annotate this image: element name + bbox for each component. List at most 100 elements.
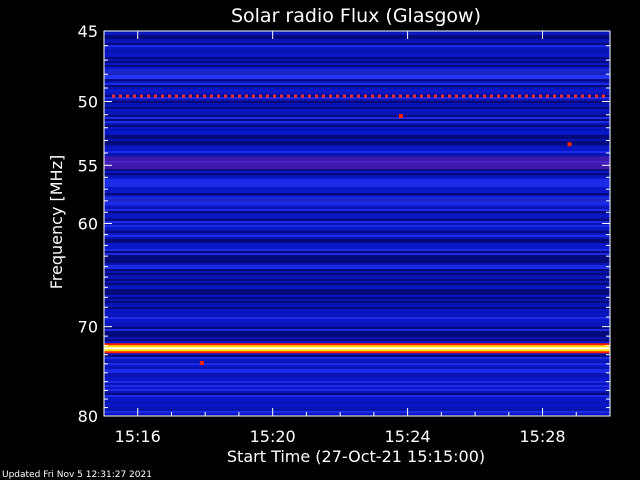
spectrogram-striation bbox=[104, 153, 610, 155]
spectrogram-striation bbox=[104, 119, 610, 121]
spectrogram-striation bbox=[104, 57, 610, 59]
spectrogram-striation bbox=[104, 51, 610, 53]
spectrogram-striation bbox=[104, 173, 610, 175]
spectrogram-striation bbox=[104, 187, 610, 189]
emission-spot bbox=[567, 142, 572, 147]
spectrogram-striation bbox=[104, 103, 610, 105]
spectrogram-striation bbox=[104, 409, 610, 411]
spectrogram-striation bbox=[104, 383, 610, 385]
spectrogram-striation bbox=[104, 131, 610, 133]
spectrogram-striation bbox=[104, 231, 610, 233]
spectrogram-striation bbox=[104, 315, 610, 317]
spectrogram-striation bbox=[104, 367, 610, 369]
spectrogram-striation bbox=[104, 123, 610, 125]
spectrogram-striation bbox=[104, 175, 610, 177]
spectrogram-striation bbox=[104, 391, 610, 393]
spectrogram-striation bbox=[104, 225, 610, 227]
spectrogram-striation bbox=[104, 177, 610, 179]
spectrogram-striation bbox=[104, 275, 610, 277]
spectrogram-striation bbox=[104, 291, 610, 293]
spectrogram-striation bbox=[104, 405, 610, 407]
x-tick-label: 15:20 bbox=[250, 427, 296, 446]
spectrogram-striation bbox=[104, 371, 610, 373]
spectrogram-striation bbox=[104, 59, 610, 61]
spectrogram-striation bbox=[104, 339, 610, 341]
spectrogram-striation bbox=[104, 293, 610, 295]
spectrogram-striation bbox=[104, 245, 610, 247]
spectrogram-striation bbox=[104, 379, 610, 381]
spectrogram-striation bbox=[104, 149, 610, 151]
spectrogram-striation bbox=[104, 389, 610, 391]
spectrogram-striation bbox=[104, 317, 610, 319]
spectrogram-striation bbox=[104, 325, 610, 327]
spectrogram-striation bbox=[104, 113, 610, 115]
spectrogram-striation bbox=[104, 363, 610, 365]
y-tick-label: 55 bbox=[78, 156, 98, 175]
spectrogram-striation bbox=[104, 237, 610, 239]
spectrogram-striation bbox=[104, 381, 610, 383]
spectrogram-striation bbox=[104, 55, 610, 57]
spectrogram-striation bbox=[104, 333, 610, 335]
spectrogram-striation bbox=[104, 45, 610, 47]
spectrogram-striation bbox=[104, 151, 610, 153]
spectrogram-striation bbox=[104, 43, 610, 45]
spectrogram-striation bbox=[104, 313, 610, 315]
plot-area bbox=[103, 30, 611, 417]
strong-band-core bbox=[104, 347, 610, 350]
spectrogram-striation bbox=[104, 257, 610, 259]
spectrogram-striation bbox=[104, 147, 610, 149]
spectrogram-striation bbox=[104, 265, 610, 267]
emission-spot bbox=[199, 360, 204, 365]
spectrogram-striation bbox=[104, 373, 610, 375]
spectrogram-striation bbox=[104, 191, 610, 193]
spectrogram-striation bbox=[104, 63, 610, 65]
x-tick-label: 15:28 bbox=[519, 427, 565, 446]
y-tick-label: 50 bbox=[78, 93, 98, 112]
spectrogram-striation bbox=[104, 65, 610, 67]
spectrogram-striation bbox=[104, 193, 610, 195]
dotted-band bbox=[108, 94, 606, 98]
spectrogram-striation bbox=[104, 267, 610, 269]
spectrogram-striation bbox=[104, 209, 610, 211]
spectrogram-striation bbox=[104, 375, 610, 377]
spectrogram-striation bbox=[104, 397, 610, 399]
spectrogram-striation bbox=[104, 143, 610, 145]
spectrogram-striation bbox=[104, 327, 610, 329]
spectrogram-striation bbox=[104, 229, 610, 231]
spectrogram-striation bbox=[104, 307, 610, 309]
y-tick-label: 60 bbox=[78, 215, 98, 234]
y-tick-label: 80 bbox=[78, 407, 98, 426]
spectrogram-striation bbox=[104, 219, 610, 221]
spectrogram-striation bbox=[104, 271, 610, 273]
spectrogram-striation bbox=[104, 259, 610, 261]
spectrogram-striation bbox=[104, 179, 610, 181]
spectrogram-striation bbox=[104, 35, 610, 37]
spectrogram-striation bbox=[104, 189, 610, 191]
spectrogram-striation bbox=[104, 41, 610, 43]
y-tick-label: 70 bbox=[78, 318, 98, 337]
updated-timestamp: Updated Fri Nov 5 12:31:27 2021 bbox=[2, 470, 152, 480]
x-tick-label: 15:24 bbox=[385, 427, 431, 446]
spectrogram-striation bbox=[104, 33, 610, 35]
spectrogram-striation bbox=[104, 135, 610, 137]
spectrogram-striation bbox=[104, 117, 610, 119]
x-axis-label: Start Time (27-Oct-21 15:15:00) bbox=[227, 447, 485, 466]
spectrogram-striation bbox=[104, 297, 610, 299]
spectrogram-striation bbox=[104, 393, 610, 395]
spectrogram-striation bbox=[104, 287, 610, 289]
spectrogram-striation bbox=[104, 281, 610, 283]
spectrogram-striation bbox=[104, 139, 610, 141]
spectrogram-striation bbox=[104, 289, 610, 291]
spectrogram-striation bbox=[104, 249, 610, 251]
spectrogram-striation bbox=[104, 233, 610, 235]
spectrogram-striation bbox=[104, 239, 610, 241]
spectrogram-striation bbox=[104, 273, 610, 275]
chart-title: Solar radio Flux (Glasgow) bbox=[231, 5, 481, 27]
spectrogram-striation bbox=[104, 49, 610, 51]
spectrogram-striation bbox=[104, 111, 610, 113]
spectrogram-striation bbox=[104, 385, 610, 387]
spectrogram-striation bbox=[104, 247, 610, 249]
spectrogram-striation bbox=[104, 221, 610, 223]
spectrogram-striation bbox=[104, 83, 610, 85]
spectrogram-striation bbox=[104, 261, 610, 263]
